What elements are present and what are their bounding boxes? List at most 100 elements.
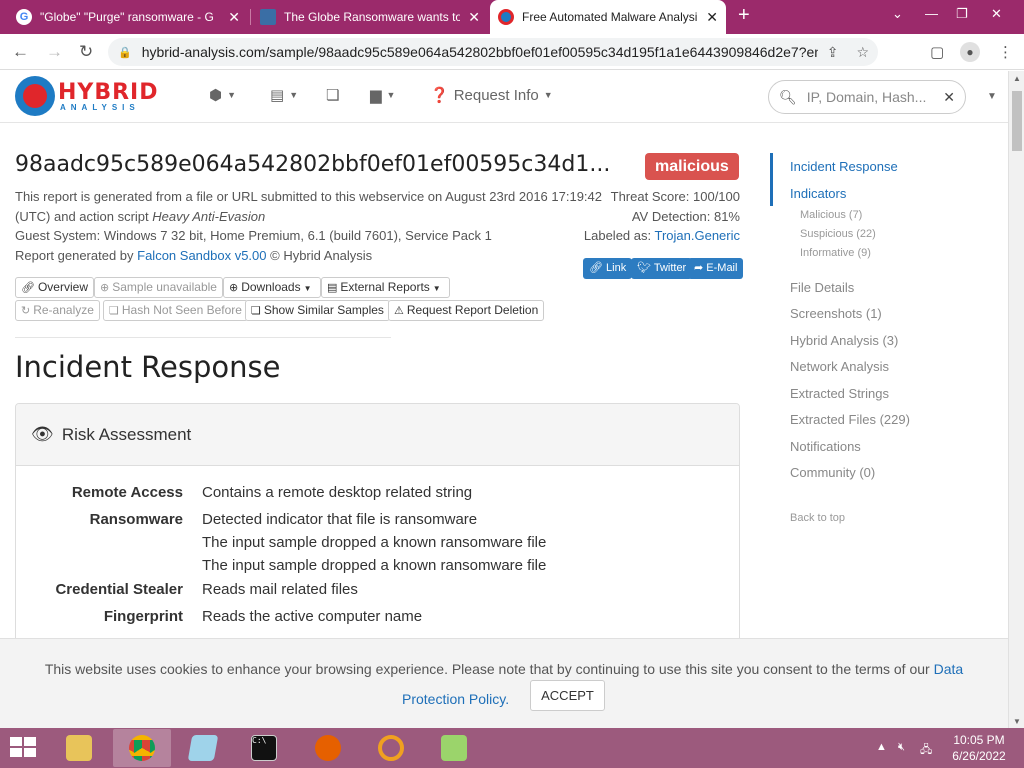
chrome-icon[interactable]	[113, 729, 171, 767]
menu-kebab-icon[interactable]: ⋮	[998, 43, 1013, 61]
sidebar-item-informative[interactable]: Informative (9)	[800, 247, 871, 259]
browser-toolbar: ← → ↻ 🔒 hybrid-analysis.com/sample/98aad…	[0, 34, 1024, 70]
sidebar-item-suspicious[interactable]: Suspicious (22)	[800, 228, 876, 240]
request-info-label: Request Info	[453, 86, 539, 104]
sidebar-item-file-details[interactable]: File Details	[790, 280, 854, 295]
download-circle-icon: ⊕	[100, 282, 110, 294]
hybrid-analysis-logo-icon[interactable]	[15, 76, 55, 116]
show-hidden-icons-icon[interactable]: ▲	[876, 741, 887, 753]
chevron-down-icon: ▼	[303, 284, 312, 293]
sidebar-item-extracted-files[interactable]: Extracted Files (229)	[790, 412, 910, 427]
reanalyze-button[interactable]: ↻ Re-analyze	[15, 300, 100, 321]
volume-muted-icon[interactable]: 🔇︎	[898, 741, 905, 754]
browser-tab-active[interactable]: Free Automated Malware Analysi ✕	[490, 0, 726, 34]
sandbox-menu[interactable]: ⬢ ▼	[209, 86, 236, 104]
bookmark-star-icon[interactable]: ☆	[856, 44, 869, 61]
tab-title: The Globe Ransomware wants to	[284, 10, 461, 24]
close-tab-icon[interactable]: ✕	[468, 9, 480, 26]
action-script: Heavy Anti-Evasion	[152, 209, 266, 224]
browser-tab[interactable]: G "Globe" "Purge" ransomware - G ✕	[8, 0, 248, 34]
sidebar-item-hybrid-analysis[interactable]: Hybrid Analysis (3)	[790, 333, 898, 348]
folder-menu[interactable]: ▆ ▼	[370, 86, 395, 104]
share-icon[interactable]: ⇪	[827, 44, 839, 61]
button-label: Re-analyze	[33, 303, 94, 317]
accept-cookies-button[interactable]: ACCEPT	[530, 680, 605, 711]
sample-unavailable-button[interactable]: ⊕ Sample unavailable	[94, 277, 223, 298]
request-info-menu[interactable]: ❓ Request Info ▼	[430, 86, 553, 105]
overview-button[interactable]: 🔗︎ Overview	[15, 277, 94, 298]
url-text[interactable]: hybrid-analysis.com/sample/98aadc95c589e…	[142, 44, 818, 60]
copy-icon: ❏	[251, 305, 261, 317]
sidebar-item-screenshots[interactable]: Screenshots (1)	[790, 306, 882, 321]
magnifier-icon[interactable]	[362, 729, 420, 767]
search-options-chevron-icon[interactable]: ▼	[987, 91, 997, 102]
copy-menu[interactable]: ❏	[326, 86, 339, 104]
falcon-sandbox-link[interactable]: Falcon Sandbox v5.00	[137, 248, 266, 263]
firefox-icon[interactable]	[299, 729, 357, 767]
profile-avatar-icon[interactable]: ●	[960, 42, 980, 62]
address-bar[interactable]: 🔒 hybrid-analysis.com/sample/98aadc95c58…	[108, 38, 878, 66]
notepad-plus-icon[interactable]	[425, 729, 483, 767]
file-explorer-icon[interactable]	[50, 729, 108, 767]
risk-category: Ransomware	[89, 511, 183, 528]
similar-samples-button[interactable]: ❏ Show Similar Samples	[245, 300, 390, 321]
sidebar-item-extracted-strings[interactable]: Extracted Strings	[790, 386, 889, 401]
share-link-button[interactable]: 🔗︎ Link	[583, 258, 633, 279]
back-icon[interactable]: ←	[12, 42, 29, 62]
minimize-icon[interactable]: —	[925, 6, 938, 21]
sidebar-item-notifications[interactable]: Notifications	[790, 439, 861, 454]
sidebar-item-incident-response[interactable]: Incident Response	[790, 159, 898, 174]
close-tab-icon[interactable]: ✕	[228, 9, 240, 26]
link-icon: 🔗︎	[589, 262, 607, 274]
command-prompt-icon[interactable]: C:\	[235, 729, 293, 767]
sidebar-item-community[interactable]: Community (0)	[790, 465, 875, 480]
tab-title: Free Automated Malware Analysi	[522, 10, 698, 24]
page-icon	[260, 9, 276, 25]
refresh-icon: ↻	[21, 305, 31, 317]
new-tab-icon[interactable]: +	[738, 4, 750, 27]
share-email-button[interactable]: ➦ E-Mail	[688, 258, 744, 279]
file-menu[interactable]: ▤ ▼	[270, 86, 298, 104]
site-header: HYBRID ANALYSIS ⬢ ▼ ▤ ▼ ❏ ▆ ▼ ❓ Request Inf…	[0, 71, 1008, 123]
risk-assessment-panel: 👁︎ Risk Assessment Remote Access Contain…	[15, 403, 740, 643]
sidebar-item-malicious[interactable]: Malicious (7)	[800, 209, 862, 221]
scroll-down-icon[interactable]: ▼	[1013, 717, 1021, 726]
back-to-top-link[interactable]: Back to top	[790, 512, 845, 524]
search-input[interactable]: 🔍︎ IP, Domain, Hash... ✕	[768, 80, 966, 114]
risk-item: Reads mail related files	[202, 581, 358, 598]
protection-policy-link[interactable]: Protection Policy.	[402, 691, 509, 707]
close-tab-icon[interactable]: ✕	[706, 9, 718, 26]
restore-icon[interactable]: ❐	[956, 6, 968, 22]
scrollbar-thumb[interactable]	[1012, 91, 1022, 151]
sidebar-item-network-analysis[interactable]: Network Analysis	[790, 359, 889, 374]
data-protection-link[interactable]: Data	[934, 661, 964, 677]
side-panel-icon[interactable]: ▢	[930, 43, 944, 61]
notepad-icon[interactable]	[174, 729, 232, 767]
scroll-up-icon[interactable]: ▲	[1013, 74, 1021, 83]
page-scrollbar[interactable]: ▲ ▼	[1008, 71, 1024, 729]
hash-not-seen-button[interactable]: ❏ Hash Not Seen Before	[103, 300, 248, 321]
av-detection: AV Detection: 81%	[631, 209, 740, 224]
button-label: Request Report Deletion	[406, 303, 539, 317]
taskbar-clock[interactable]: 10:05 PM 6/26/2022	[940, 732, 1018, 764]
forward-icon[interactable]: →	[46, 42, 63, 62]
request-deletion-button[interactable]: ⚠ Request Report Deletion	[388, 300, 545, 321]
report-meta-line: (UTC) and action script Heavy Anti-Evasi…	[15, 209, 265, 224]
label-link[interactable]: Trojan.Generic	[655, 228, 741, 243]
clear-search-icon[interactable]: ✕	[943, 89, 955, 106]
downloads-button[interactable]: ⊕ Downloads ▼	[223, 277, 321, 298]
windows-start-icon[interactable]	[10, 737, 38, 759]
close-window-icon[interactable]: ✕	[991, 6, 1002, 22]
network-icon[interactable]: 🖧	[920, 741, 932, 760]
reload-icon[interactable]: ↻	[79, 42, 93, 62]
browser-tab[interactable]: The Globe Ransomware wants to ✕	[252, 0, 488, 34]
sidebar-item-indicators[interactable]: Indicators	[790, 186, 846, 201]
share-twitter-button[interactable]: 🐦︎ Twitter	[631, 258, 693, 279]
external-reports-button[interactable]: ▤ External Reports ▼	[321, 277, 450, 298]
tab-search-icon[interactable]: ⌄	[892, 6, 903, 22]
risk-category: Credential Stealer	[55, 581, 183, 598]
risk-category: Remote Access	[71, 484, 183, 501]
hybrid-analysis-favicon	[498, 9, 514, 25]
logo-text[interactable]: HYBRID	[58, 80, 159, 105]
risk-item: Detected indicator that file is ransomwa…	[202, 511, 478, 528]
